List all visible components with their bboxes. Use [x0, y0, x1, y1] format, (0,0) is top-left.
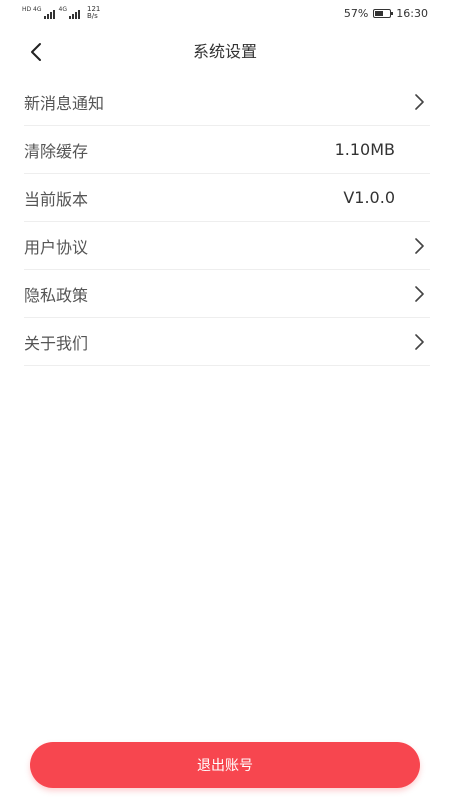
chevron-right-icon	[412, 285, 426, 303]
battery-icon	[373, 8, 394, 18]
signal-bar	[43, 16, 46, 19]
settings-page: HD 4G 4G 121 B/s 57% 16:30 系统设置 新消息通知 清除…	[0, 0, 450, 800]
battery-fill	[375, 10, 384, 16]
signal-bar	[52, 10, 55, 19]
signal-bar	[77, 10, 80, 19]
settings-item-current-version: 当前版本 V1.0.0	[24, 174, 430, 222]
version-value: V1.0.0	[343, 188, 395, 207]
network-speed-unit: B/s	[86, 12, 98, 20]
settings-item-user-agreement[interactable]: 用户协议	[24, 222, 430, 270]
logout-button[interactable]: 退出账号	[30, 742, 420, 788]
chevron-right-icon	[412, 237, 426, 255]
signal-icon-sim1: HD 4G	[22, 7, 55, 19]
signal-bar	[68, 16, 71, 19]
settings-item-label: 关于我们	[24, 333, 89, 353]
chevron-right-icon	[412, 93, 426, 111]
settings-item-label: 新消息通知	[24, 93, 105, 113]
cache-size-value: 1.10MB	[334, 140, 395, 159]
signal-icon-sim2: 4G	[59, 7, 80, 19]
status-right: 57% 16:30	[344, 7, 428, 20]
signal-bar	[46, 14, 49, 19]
clock: 16:30	[396, 6, 428, 20]
settings-item-label: 隐私政策	[24, 285, 89, 305]
status-bar: HD 4G 4G 121 B/s 57% 16:30	[0, 0, 450, 26]
signal-bar	[49, 12, 52, 19]
chevron-right-icon	[412, 333, 426, 351]
sim2-tag: 4G	[58, 6, 67, 13]
signal-bar	[71, 14, 74, 19]
page-title: 系统设置	[192, 42, 257, 61]
battery-percent: 57%	[343, 6, 369, 20]
settings-item-privacy-policy[interactable]: 隐私政策	[24, 270, 430, 318]
header: 系统设置	[0, 26, 450, 78]
settings-item-new-message-notification[interactable]: 新消息通知	[24, 78, 430, 126]
network-speed: 121 B/s	[87, 6, 100, 20]
sim1-tag: HD 4G	[22, 6, 42, 13]
settings-list: 新消息通知 清除缓存 1.10MB 当前版本 V1.0.0 用户协议 隐私政策	[24, 78, 430, 366]
settings-item-label: 用户协议	[24, 237, 89, 257]
settings-item-label: 当前版本	[24, 189, 89, 209]
settings-item-label: 清除缓存	[24, 141, 89, 161]
status-left: HD 4G 4G 121 B/s	[22, 6, 100, 20]
settings-item-about-us[interactable]: 关于我们	[24, 318, 430, 366]
signal-bar	[74, 12, 77, 19]
settings-item-clear-cache[interactable]: 清除缓存 1.10MB	[24, 126, 430, 174]
